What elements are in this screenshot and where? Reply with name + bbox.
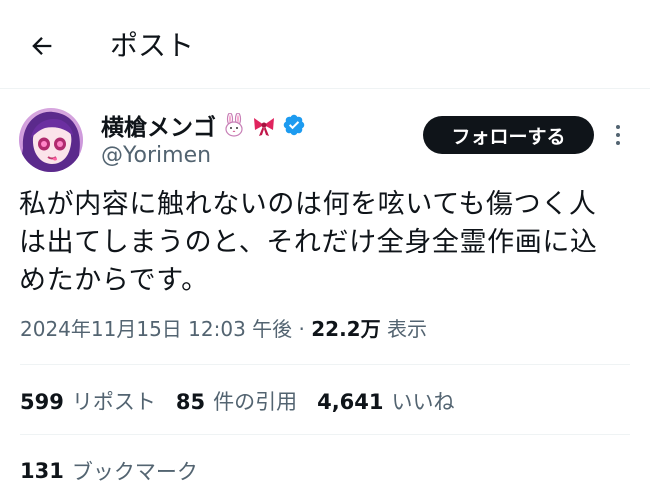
top-bar: ポスト: [0, 0, 650, 90]
bookmarks-stat[interactable]: 131 ブックマーク: [20, 456, 198, 486]
more-vertical-icon-dot: [616, 133, 620, 137]
quotes-count: 85: [175, 390, 206, 414]
author-handle[interactable]: @Yorimen: [101, 141, 211, 171]
views-label: 表示: [386, 317, 427, 341]
tweet-timestamp[interactable]: 2024年11月15日 12:03 午後: [20, 317, 292, 341]
page-title: ポスト: [110, 29, 195, 62]
back-button[interactable]: [22, 28, 62, 64]
meta-separator: ·: [298, 317, 305, 341]
more-options-button[interactable]: [606, 118, 630, 152]
rabbit-face-icon: [225, 113, 243, 137]
ribbon-icon: [254, 118, 274, 136]
engagement-stats: 599 リポスト 85 件の引用 4,641 いいね: [20, 386, 475, 416]
quotes-label: 件の引用: [213, 390, 298, 414]
bookmarks-label: ブックマーク: [71, 460, 198, 484]
tweet-meta: 2024年11月15日 12:03 午後 · 22.2万 表示: [20, 314, 427, 344]
follow-button[interactable]: フォローする: [423, 116, 594, 154]
verified-badge-icon[interactable]: [282, 113, 306, 137]
more-vertical-icon: [616, 125, 620, 129]
display-name[interactable]: 横槍メンゴ: [101, 108, 216, 142]
avatar-image: [19, 108, 83, 172]
bookmarks-count: 131: [20, 459, 64, 483]
divider: [20, 364, 630, 365]
likes-count: 4,641: [317, 390, 384, 414]
likes-stat[interactable]: 4,641 いいね: [317, 386, 454, 416]
views-count: 22.2万: [311, 317, 381, 341]
likes-label: いいね: [391, 390, 455, 414]
avatar[interactable]: [19, 108, 83, 172]
reposts-stat[interactable]: 599 リポスト: [20, 386, 156, 416]
quotes-stat[interactable]: 85 件の引用: [176, 386, 297, 416]
tweet-text: 私が内容に触れないのは何を呟いても傷つく人 は出てしまうのと、それだけ全身全霊作…: [19, 189, 598, 296]
divider: [20, 434, 630, 435]
arrow-left-icon: [32, 37, 52, 55]
reposts-count: 599: [20, 390, 64, 414]
reposts-label: リポスト: [71, 390, 156, 414]
author-name-row[interactable]: 横槍メンゴ: [101, 108, 306, 142]
more-vertical-icon-dot: [616, 141, 620, 145]
header-divider: [0, 88, 650, 89]
